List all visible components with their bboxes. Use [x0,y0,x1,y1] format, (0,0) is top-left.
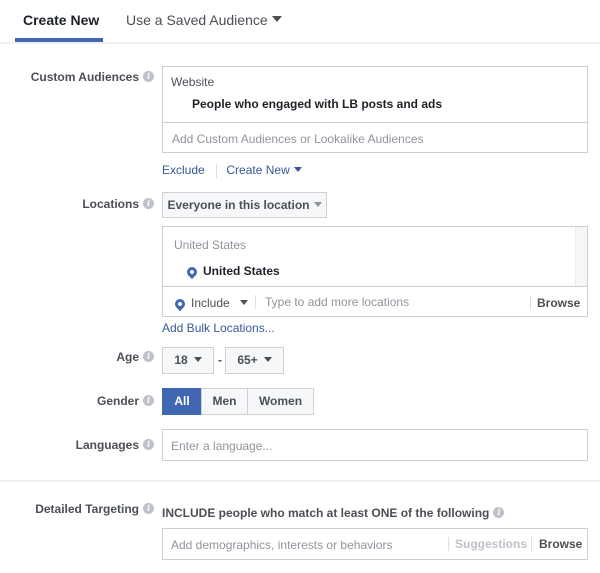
separator [255,295,256,309]
age-separator: - [218,353,222,367]
location-type-dropdown[interactable]: Everyone in this location [162,192,327,218]
languages-label-text: Languages [75,438,139,452]
custom-audiences-actions: Exclude Create New [162,163,302,178]
exclude-link[interactable]: Exclude [162,163,205,177]
include-text: INCLUDE people who match at least ONE of… [162,506,490,520]
gender-label: Gender i [0,394,154,408]
tab-create-new[interactable]: Create New [23,12,99,28]
scrollbar[interactable] [575,227,587,287]
locations-selected-box: United States United States [162,226,588,287]
caret-down-icon [239,300,248,306]
locations-label: Locations i [0,197,154,211]
caret-down-icon [271,16,282,23]
location-search-input[interactable]: Type to add more locations [265,295,409,309]
location-selected-item[interactable]: United States [184,264,280,279]
detailed-targeting-input-row: Add demographics, interests or behaviors… [162,528,588,560]
languages-label: Languages i [0,438,154,452]
custom-audiences-input[interactable]: Add Custom Audiences or Lookalike Audien… [162,122,588,153]
location-pin-icon [184,264,200,279]
locations-label-text: Locations [82,197,139,211]
info-icon[interactable]: i [493,507,505,519]
create-new-link-text: Create New [226,163,290,177]
create-new-link[interactable]: Create New [226,163,302,177]
age-label: Age i [0,350,154,364]
location-selected-text: United States [203,264,280,278]
location-pin-icon [172,296,188,311]
info-icon[interactable]: i [143,395,154,407]
info-icon[interactable]: i [143,351,154,363]
separator [216,163,218,178]
gender-label-text: Gender [96,394,139,408]
detailed-targeting-label: Detailed Targeting i [0,502,154,516]
custom-audience-group-title: Website [171,75,215,89]
audience-tabs: Create New Use a Saved Audience [0,0,600,44]
active-tab-indicator [15,38,103,42]
languages-placeholder: Enter a language... [171,439,273,453]
section-divider [0,480,600,482]
separator [530,296,531,310]
info-icon[interactable]: i [143,503,154,515]
add-bulk-locations-link[interactable]: Add Bulk Locations... [162,321,275,335]
gender-men-button[interactable]: Men [201,388,248,415]
age-max-dropdown[interactable]: 65+ [225,347,284,374]
info-icon[interactable]: i [143,439,154,451]
caret-down-icon [263,357,272,363]
detailed-targeting-include-text: INCLUDE people who match at least ONE of… [162,506,505,520]
age-min-value: 18 [174,353,188,367]
caret-down-icon [193,357,202,363]
gender-women-button[interactable]: Women [247,388,314,415]
custom-audiences-label: Custom Audiences i [0,70,154,84]
custom-audience-selected-item[interactable]: People who engaged with LB posts and ads [192,97,442,111]
suggestions-button[interactable]: Suggestions [455,537,527,551]
detailed-targeting-input[interactable]: Add demographics, interests or behaviors [171,538,392,552]
separator [531,537,532,551]
detailed-targeting-label-text: Detailed Targeting [35,502,139,516]
custom-audiences-selected-box: Website People who engaged with LB posts… [162,66,588,122]
detailed-targeting-browse-button[interactable]: Browse [539,537,582,551]
include-dropdown-value: Include [191,296,230,310]
location-type-value: Everyone in this location [167,198,310,212]
include-dropdown[interactable]: Include [172,296,248,311]
gender-all-button[interactable]: All [162,388,202,415]
tab-saved-label: Use a Saved Audience [126,12,268,28]
location-input-row: Include Type to add more locations Brows… [162,286,588,317]
location-browse-button[interactable]: Browse [537,296,580,310]
custom-audiences-label-text: Custom Audiences [30,70,139,84]
age-max-value: 65+ [237,353,258,367]
tab-use-saved-audience[interactable]: Use a Saved Audience [126,12,282,28]
caret-down-icon [293,167,302,173]
age-label-text: Age [116,350,139,364]
custom-audiences-placeholder: Add Custom Audiences or Lookalike Audien… [172,132,424,146]
info-icon[interactable]: i [143,198,154,210]
age-min-dropdown[interactable]: 18 [162,347,214,374]
separator [448,537,449,551]
languages-input[interactable]: Enter a language... [162,429,588,461]
info-icon[interactable]: i [143,71,154,83]
caret-down-icon [313,202,322,208]
location-group-title: United States [174,238,247,252]
